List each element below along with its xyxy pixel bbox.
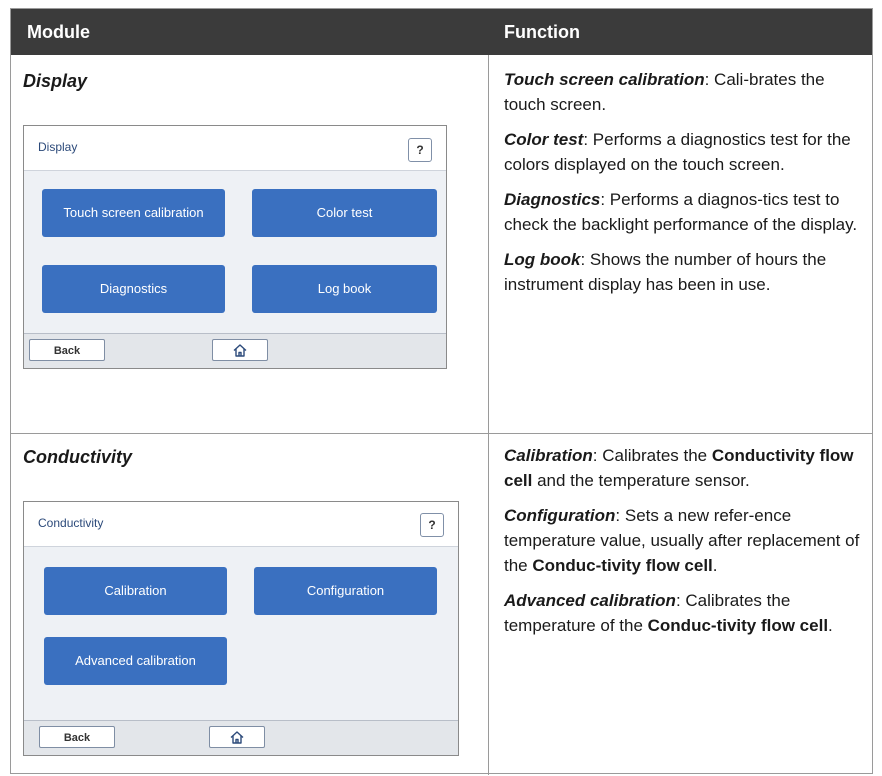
display-screenshot: Display ? Touch screen calibration Color… — [23, 125, 447, 369]
screen-body: Touch screen calibration Color test Diag… — [24, 171, 446, 334]
screen-footer: Back — [24, 720, 458, 755]
help-button[interactable]: ? — [408, 138, 432, 162]
screen-titlebar: Display ? — [24, 126, 446, 171]
home-icon — [233, 343, 247, 357]
back-button[interactable]: Back — [39, 726, 115, 748]
back-button[interactable]: Back — [29, 339, 105, 361]
home-icon — [230, 730, 244, 744]
screen-footer: Back — [24, 333, 446, 368]
function-item: Calibration: Calibrates the Conductivity… — [504, 446, 854, 490]
screen-titlebar: Conductivity ? — [24, 502, 458, 547]
module-title-conductivity: Conductivity — [23, 447, 133, 467]
header-module: Module — [27, 22, 90, 42]
function-item: Diagnostics: Performs a diagnos-tics tes… — [504, 190, 858, 234]
log-book-button[interactable]: Log book — [252, 265, 437, 313]
home-button[interactable] — [212, 339, 268, 361]
color-test-button[interactable]: Color test — [252, 189, 437, 237]
function-item: Configuration: Sets a new refer-ence tem… — [504, 506, 860, 575]
row-divider — [11, 433, 872, 434]
function-item: Advanced calibration: Calibrates the tem… — [504, 591, 833, 635]
function-item: Color test: Performs a diagnostics test … — [504, 130, 851, 174]
display-functions: Touch screen calibration: Cali-brates th… — [504, 67, 866, 307]
function-item: Log book: Shows the number of hours the … — [504, 250, 827, 294]
conductivity-screenshot: Conductivity ? Calibration Configuration… — [23, 501, 459, 756]
screen-title: Display — [38, 140, 78, 154]
screen-body: Calibration Configuration Advanced calib… — [24, 547, 458, 721]
calibration-button[interactable]: Calibration — [44, 567, 227, 615]
conductivity-functions: Calibration: Calibrates the Conductivity… — [504, 443, 866, 648]
header-function: Function — [504, 22, 580, 42]
home-button[interactable] — [209, 726, 265, 748]
table-header: Module Function — [11, 9, 872, 55]
touch-screen-calibration-button[interactable]: Touch screen calibration — [42, 189, 225, 237]
module-function-table: Module Function Display Display ? Touch … — [10, 8, 873, 775]
screen-title: Conductivity — [38, 516, 104, 530]
help-button[interactable]: ? — [420, 513, 444, 537]
diagnostics-button[interactable]: Diagnostics — [42, 265, 225, 313]
module-title-display: Display — [23, 71, 88, 91]
column-divider — [488, 55, 489, 775]
advanced-calibration-button[interactable]: Advanced calibration — [44, 637, 227, 685]
function-item: Touch screen calibration: Cali-brates th… — [504, 70, 825, 114]
configuration-button[interactable]: Configuration — [254, 567, 437, 615]
